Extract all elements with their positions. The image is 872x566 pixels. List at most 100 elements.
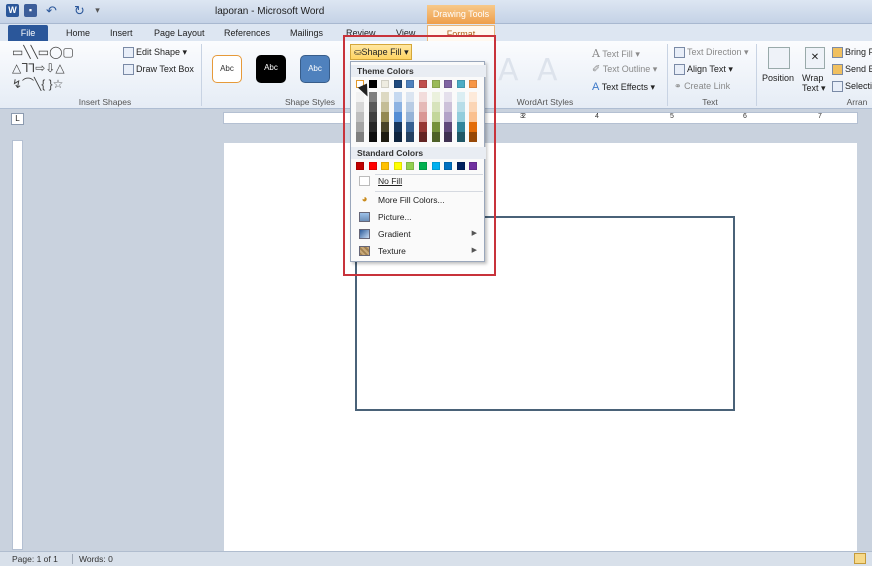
theme-shade-swatch[interactable] <box>469 92 478 102</box>
theme-shade-swatch[interactable] <box>456 122 465 132</box>
theme-shade-swatch[interactable] <box>368 132 377 142</box>
theme-shade-swatch[interactable] <box>393 122 402 132</box>
text-effects-button[interactable]: A Text Effects ▾ <box>592 81 655 93</box>
shape-fill-button[interactable]: ⛀Shape Fill ▾ <box>350 44 412 60</box>
tab-mailings[interactable]: Mailings <box>286 25 327 41</box>
theme-shade-swatch[interactable] <box>356 122 364 132</box>
text-fill-button[interactable]: A Text Fill ▾ <box>592 47 640 60</box>
theme-shade-swatch[interactable] <box>444 122 453 132</box>
theme-shade-swatch[interactable] <box>356 112 364 122</box>
theme-shade-swatch[interactable] <box>368 112 377 122</box>
standard-color-swatch[interactable] <box>444 162 453 170</box>
theme-shade-swatch[interactable] <box>419 102 427 112</box>
redo-icon[interactable]: ↻ <box>73 4 86 17</box>
theme-color-swatch[interactable] <box>431 80 440 88</box>
word-app-icon[interactable]: W <box>6 4 19 17</box>
standard-color-swatch[interactable] <box>406 162 415 170</box>
bring-forward-button[interactable]: Bring F <box>832 47 872 59</box>
theme-shade-swatch[interactable] <box>381 132 390 142</box>
view-mode-icon[interactable] <box>854 553 866 564</box>
theme-shade-swatch[interactable] <box>381 112 390 122</box>
theme-shade-swatch[interactable] <box>469 102 478 112</box>
edit-shape-button[interactable]: Edit Shape ▾ <box>123 47 187 59</box>
standard-color-swatch[interactable] <box>456 162 465 170</box>
selection-pane-button[interactable]: Selecti <box>832 81 872 93</box>
theme-shade-swatch[interactable] <box>381 102 390 112</box>
shape-style-preset-2[interactable]: Abc <box>256 55 286 83</box>
wordart-style-1[interactable]: A <box>498 53 519 88</box>
theme-shade-swatch[interactable] <box>431 112 440 122</box>
theme-shade-swatch[interactable] <box>456 112 465 122</box>
theme-shade-swatch[interactable] <box>381 92 390 102</box>
theme-shade-swatch[interactable] <box>444 112 453 122</box>
vertical-ruler[interactable] <box>12 140 23 550</box>
standard-color-swatch[interactable] <box>393 162 402 170</box>
theme-shade-swatch[interactable] <box>356 132 364 142</box>
horizontal-ruler[interactable]: 1 2 3 4 5 6 7 <box>223 112 858 124</box>
theme-shade-swatch[interactable] <box>419 112 427 122</box>
theme-shade-swatch[interactable] <box>393 112 402 122</box>
tab-home[interactable]: Home <box>62 25 94 41</box>
theme-shade-swatch[interactable] <box>431 132 440 142</box>
theme-shade-swatch[interactable] <box>431 122 440 132</box>
theme-shade-swatch[interactable] <box>419 92 427 102</box>
undo-icon[interactable]: ↶ <box>45 4 58 17</box>
shapes-gallery-row-2[interactable]: △ᒣ⅂⇨⇩△ <box>12 62 65 74</box>
theme-shade-swatch[interactable] <box>444 92 453 102</box>
theme-color-swatch[interactable] <box>393 80 402 88</box>
tab-page-layout[interactable]: Page Layout <box>150 25 209 41</box>
standard-color-swatch[interactable] <box>419 162 427 170</box>
theme-shade-swatch[interactable] <box>406 112 415 122</box>
theme-color-swatch[interactable] <box>406 80 415 88</box>
theme-shade-swatch[interactable] <box>456 92 465 102</box>
theme-shade-swatch[interactable] <box>431 92 440 102</box>
text-direction-button[interactable]: Text Direction ▾ <box>674 47 749 59</box>
theme-color-swatch[interactable] <box>444 80 453 88</box>
create-link-button[interactable]: ⚭ Create Link <box>674 81 730 92</box>
theme-shade-swatch[interactable] <box>393 92 402 102</box>
shape-style-preset-3[interactable]: Abc <box>300 55 330 83</box>
standard-color-swatch[interactable] <box>381 162 390 170</box>
theme-shade-swatch[interactable] <box>456 132 465 142</box>
theme-shade-swatch[interactable] <box>456 102 465 112</box>
theme-color-swatch[interactable] <box>469 80 478 88</box>
send-backward-button[interactable]: Send B <box>832 64 872 76</box>
theme-shade-swatch[interactable] <box>469 132 478 142</box>
wrap-text-button[interactable]: Wrap <box>802 73 823 83</box>
text-outline-button[interactable]: ✐ Text Outline ▾ <box>592 64 657 75</box>
tab-file[interactable]: File <box>8 25 48 41</box>
tab-references[interactable]: References <box>220 25 274 41</box>
texture-item[interactable]: Texture ▶ <box>354 243 483 259</box>
position-button[interactable]: Position <box>762 73 794 83</box>
theme-shade-swatch[interactable] <box>406 132 415 142</box>
no-fill-item[interactable]: No Fill <box>354 173 483 189</box>
theme-shade-swatch[interactable] <box>368 122 377 132</box>
theme-shade-swatch[interactable] <box>356 102 364 112</box>
theme-shade-swatch[interactable] <box>406 122 415 132</box>
theme-color-swatch[interactable] <box>419 80 427 88</box>
save-icon[interactable]: ▪ <box>24 4 37 17</box>
theme-shade-swatch[interactable] <box>419 132 427 142</box>
theme-shade-swatch[interactable] <box>381 122 390 132</box>
shape-style-preset-1[interactable]: Abc <box>212 55 242 83</box>
standard-color-swatch[interactable] <box>368 162 377 170</box>
shapes-gallery-row-3[interactable]: ↯⌒╲{ }☆ <box>12 78 63 90</box>
tab-selector[interactable]: L <box>11 113 24 125</box>
standard-color-swatch[interactable] <box>356 162 364 170</box>
theme-shade-swatch[interactable] <box>368 102 377 112</box>
gradient-item[interactable]: Gradient ▶ <box>354 226 483 242</box>
theme-shade-swatch[interactable] <box>469 112 478 122</box>
word-count-status[interactable]: Words: 0 <box>72 554 113 564</box>
theme-color-swatch[interactable] <box>368 80 377 88</box>
theme-shade-swatch[interactable] <box>406 102 415 112</box>
wordart-style-2[interactable]: A <box>537 53 558 88</box>
customize-quick-access-icon[interactable]: ▾ <box>91 4 104 17</box>
theme-shade-swatch[interactable] <box>419 122 427 132</box>
theme-shade-swatch[interactable] <box>393 132 402 142</box>
theme-shade-swatch[interactable] <box>393 102 402 112</box>
theme-shade-swatch[interactable] <box>469 122 478 132</box>
standard-color-swatch[interactable] <box>469 162 478 170</box>
picture-item[interactable]: Picture... <box>354 209 483 225</box>
theme-shade-swatch[interactable] <box>444 132 453 142</box>
tab-insert[interactable]: Insert <box>106 25 137 41</box>
